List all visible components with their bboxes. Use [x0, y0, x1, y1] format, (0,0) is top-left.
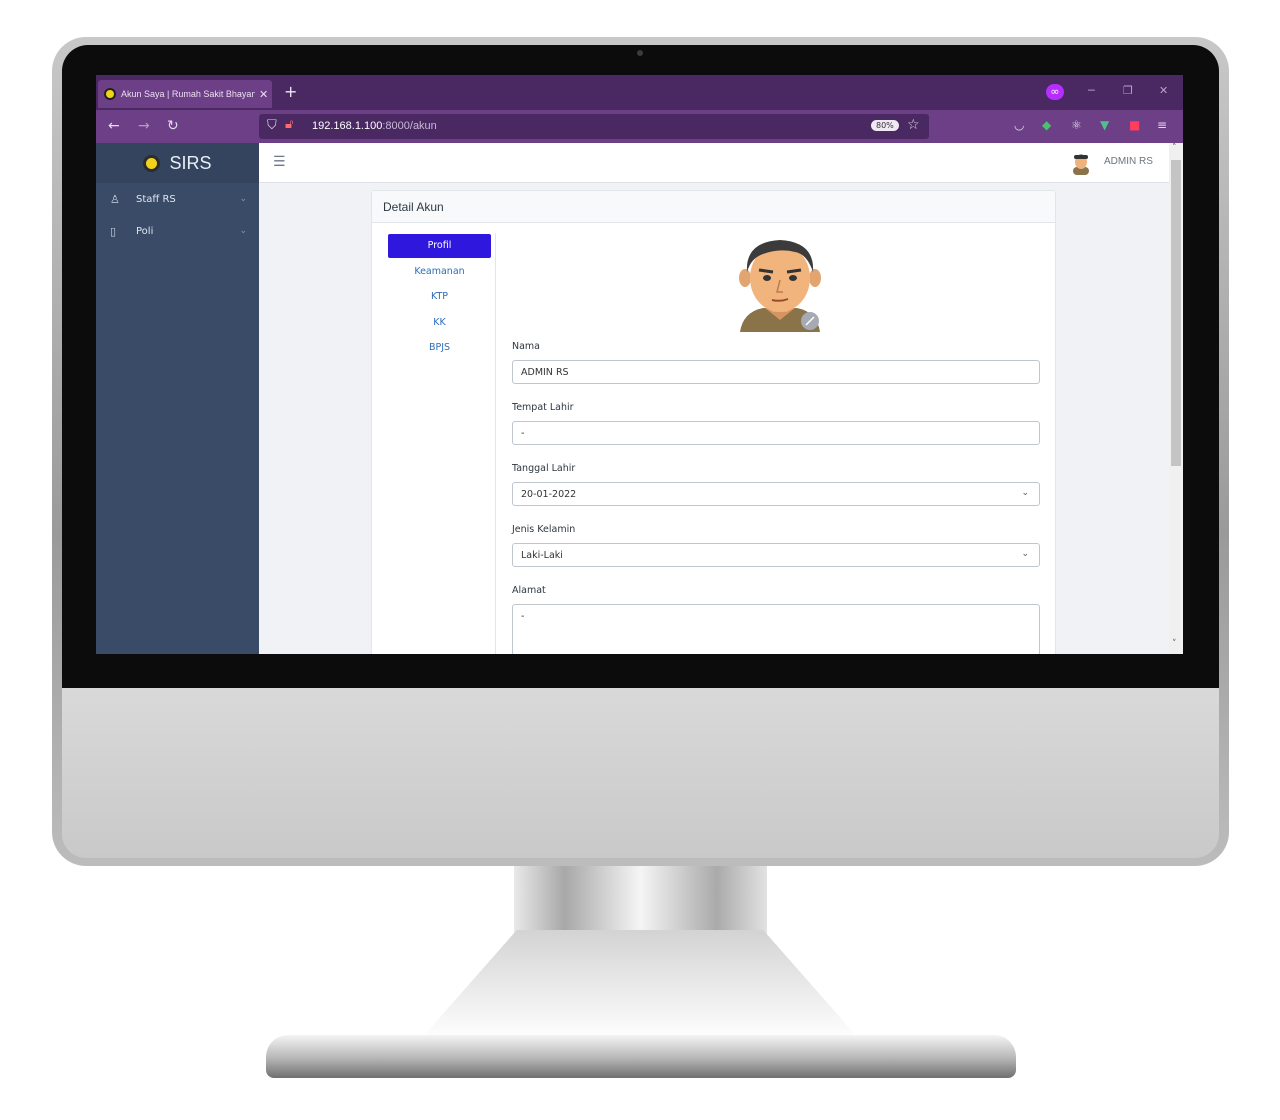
tab-kk[interactable]: KK [388, 311, 491, 335]
new-tab-button[interactable]: + [284, 82, 297, 101]
alamat-textarea[interactable]: - [512, 604, 1040, 654]
tempat-lahir-field[interactable]: - [512, 421, 1040, 445]
page-scrollbar[interactable]: ˄ ˅ [1169, 143, 1183, 654]
browser-tab-bar: Akun Saya | Rumah Sakit Bhayangkara ✕ + … [96, 75, 1183, 110]
tempat-lahir-label: Tempat Lahir [512, 402, 574, 413]
sidebar-item-staff-rs[interactable]: ♙ Staff RS ⌄ [96, 183, 259, 215]
back-icon[interactable]: ← [108, 118, 120, 134]
zoom-level-badge[interactable]: 80% [871, 120, 899, 131]
tanggal-lahir-label: Tanggal Lahir [512, 463, 576, 474]
reload-icon[interactable]: ↻ [167, 118, 179, 134]
chevron-down-icon: ⌄ [1021, 549, 1029, 559]
forward-icon[interactable]: → [138, 118, 150, 134]
browser-toolbar: ← → ↻ ⛉ 🔓︎ 192.168.1.100:8000/akun 80% ☆… [96, 110, 1183, 143]
jenis-kelamin-label: Jenis Kelamin [512, 524, 576, 535]
nama-field[interactable]: ADMIN RS [512, 360, 1040, 384]
web-app: SIRS ♙ Staff RS ⌄ ▯ Poli ⌄ ☰ ADMIN RS De… [96, 143, 1183, 654]
tab-ktp[interactable]: KTP [388, 285, 491, 309]
tanggal-lahir-value: 20-01-2022 [521, 489, 577, 500]
jenis-kelamin-value: Laki-Laki [521, 550, 563, 561]
user-icon: ♙ [110, 192, 120, 206]
top-navbar: ☰ ADMIN RS [259, 143, 1169, 183]
monitor-base [266, 1035, 1016, 1078]
monitor-stand [420, 930, 860, 1040]
sidebar-item-label: Poli [136, 225, 154, 237]
account-detail-card: Detail Akun Profil Keamanan KTP KK BPJS [371, 190, 1056, 654]
extension-vue-icon[interactable]: ▼ [1100, 118, 1109, 132]
menu-icon[interactable]: ≡ [1157, 118, 1167, 132]
favicon-icon [104, 88, 116, 100]
sidebar-item-poli[interactable]: ▯ Poli ⌄ [96, 215, 259, 247]
door-icon: ▯ [110, 224, 117, 238]
browser-tab[interactable]: Akun Saya | Rumah Sakit Bhayangkara ✕ [98, 80, 272, 108]
pocket-icon[interactable]: ◡ [1014, 118, 1024, 132]
private-mask-icon[interactable]: ∞ [1046, 84, 1064, 100]
tempat-lahir-value: - [521, 428, 525, 439]
close-window-icon[interactable]: ✕ [1159, 84, 1168, 97]
shield-icon[interactable]: ⛉ [267, 118, 277, 133]
sidebar-item-label: Staff RS [136, 193, 176, 205]
tab-profil[interactable]: Profil [388, 234, 491, 258]
tab-divider [495, 233, 496, 654]
extension-react-icon[interactable]: ⚛ [1071, 118, 1082, 132]
scroll-thumb[interactable] [1171, 160, 1181, 466]
brand[interactable]: SIRS [96, 143, 259, 183]
jenis-kelamin-select[interactable]: Laki-Laki ⌄ [512, 543, 1040, 567]
bookmark-star-icon[interactable]: ☆ [907, 117, 920, 133]
logo-icon [143, 154, 161, 172]
url-text[interactable]: 192.168.1.100:8000/akun [312, 120, 437, 132]
chevron-down-icon: ⌄ [239, 226, 247, 236]
address-bar[interactable]: ⛉ 🔓︎ 192.168.1.100:8000/akun 80% ☆ [259, 114, 929, 139]
username[interactable]: ADMIN RS [1104, 156, 1153, 167]
extension-red-icon[interactable]: ■ [1129, 118, 1140, 132]
tab-title: Akun Saya | Rumah Sakit Bhayangkara [121, 89, 255, 99]
card-title: Detail Akun [372, 191, 1055, 223]
tab-keamanan[interactable]: Keamanan [388, 260, 491, 284]
scroll-down-icon[interactable]: ˅ [1172, 639, 1177, 649]
user-avatar[interactable] [1071, 151, 1091, 175]
nama-value: ADMIN RS [521, 367, 569, 378]
account-tabs: Profil Keamanan KTP KK BPJS [388, 234, 491, 362]
monitor-chin [62, 688, 1219, 858]
extension-leaf-icon[interactable]: ◆ [1042, 118, 1051, 132]
minimize-icon[interactable]: ─ [1088, 84, 1095, 97]
insecure-lock-icon[interactable]: 🔓︎ [285, 117, 293, 132]
sidebar: SIRS ♙ Staff RS ⌄ ▯ Poli ⌄ [96, 143, 259, 654]
hamburger-menu-icon[interactable]: ☰ [273, 154, 286, 170]
tanggal-lahir-field[interactable]: 20-01-2022 ⌄ [512, 482, 1040, 506]
brand-name: SIRS [169, 152, 212, 173]
tab-bpjs[interactable]: BPJS [388, 336, 491, 360]
close-tab-icon[interactable]: ✕ [259, 88, 268, 101]
camera-icon [637, 50, 643, 56]
nama-label: Nama [512, 341, 541, 352]
alamat-value: - [521, 611, 525, 622]
chevron-down-icon: ⌄ [239, 194, 247, 204]
profile-avatar[interactable] [735, 236, 825, 332]
scroll-up-icon[interactable]: ˄ [1172, 143, 1177, 153]
screen: Akun Saya | Rumah Sakit Bhayangkara ✕ + … [96, 75, 1183, 654]
chevron-down-icon: ⌄ [1021, 488, 1029, 498]
profile-form: Nama ADMIN RS Tempat Lahir - Tanggal Lah… [512, 341, 1042, 654]
alamat-label: Alamat [512, 585, 546, 596]
restore-icon[interactable]: ❐ [1123, 84, 1133, 97]
